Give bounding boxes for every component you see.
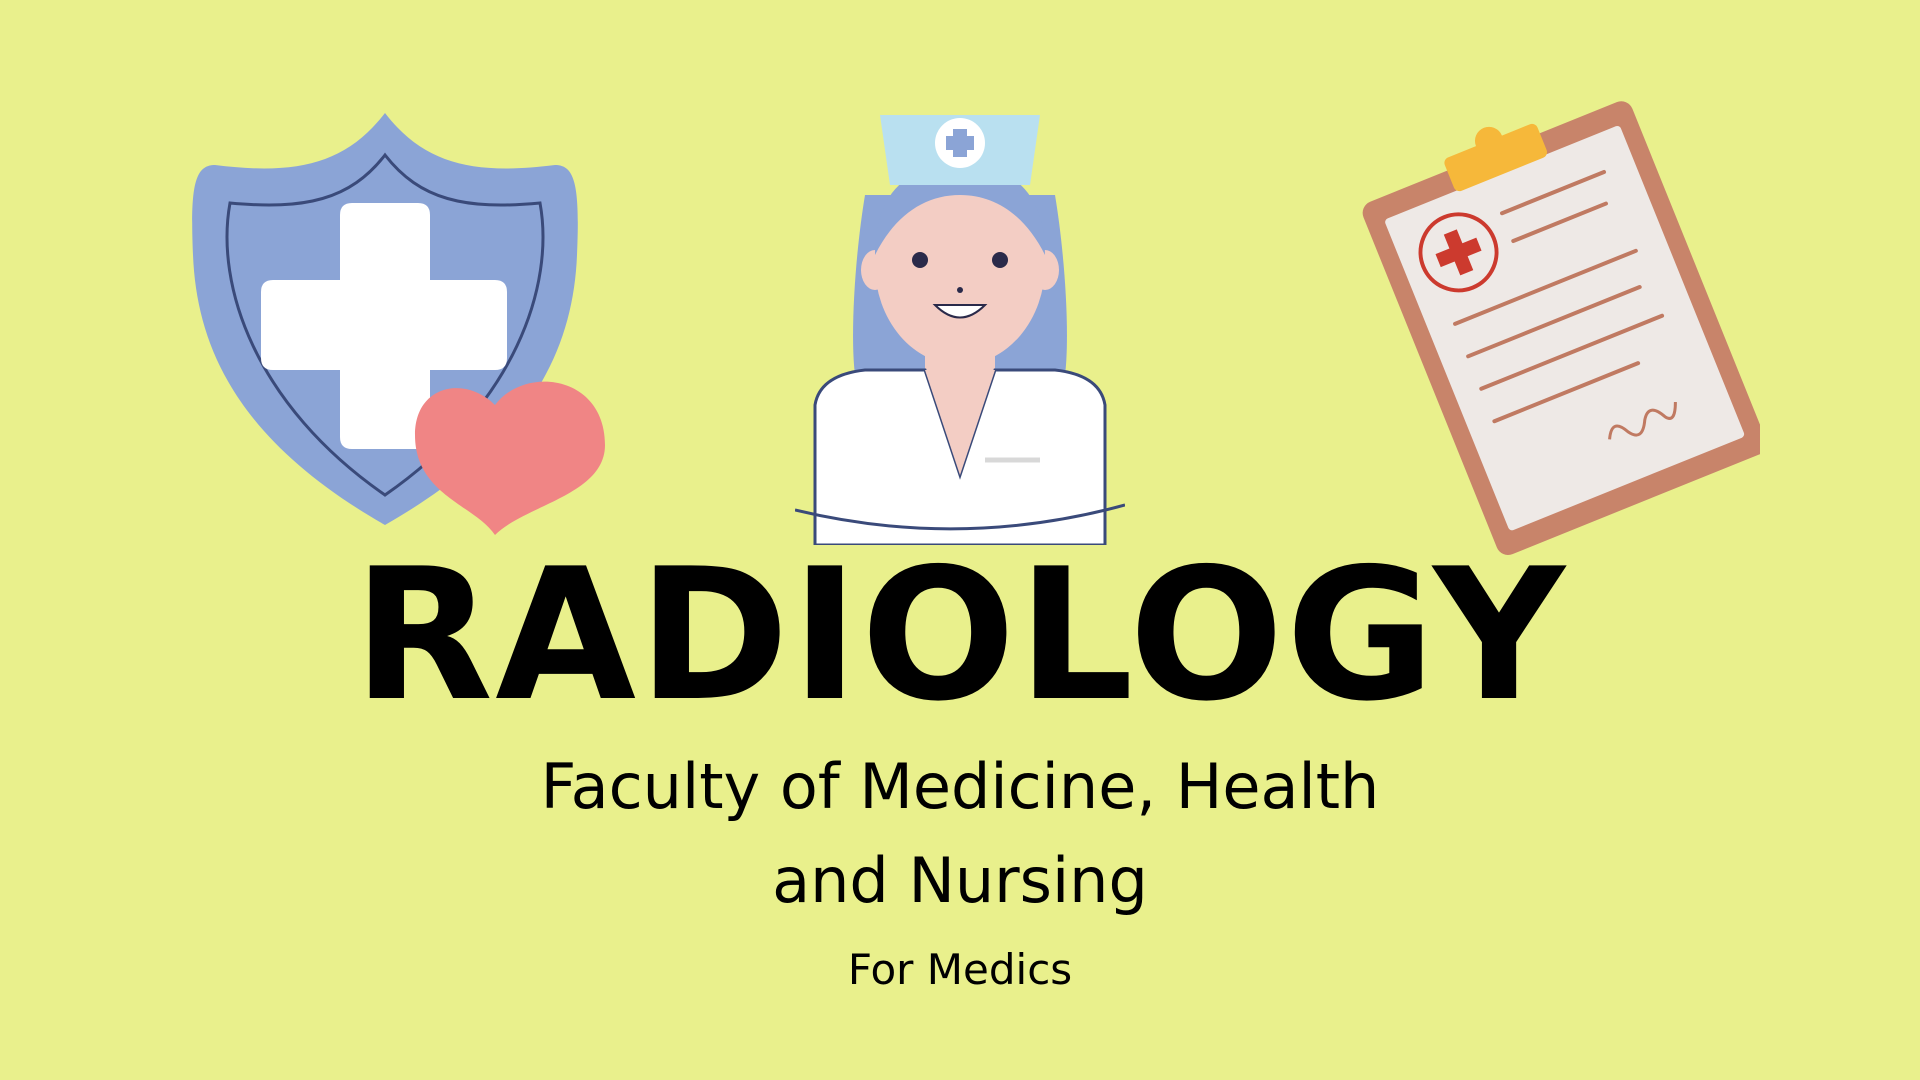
heart-icon (415, 381, 605, 535)
subtitle: Faculty of Medicine, Health and Nursing (0, 740, 1920, 928)
shield-with-medical-cross-icon (192, 113, 605, 535)
nurse-icon (795, 115, 1125, 545)
medical-clipboard-icon (1362, 101, 1760, 555)
subtitle-line-2: and Nursing (772, 844, 1148, 917)
tagline: For Medics (847, 945, 1073, 994)
page-title: RADIOLOGY (353, 529, 1567, 741)
subtitle-line-1: Faculty of Medicine, Health (540, 750, 1380, 823)
